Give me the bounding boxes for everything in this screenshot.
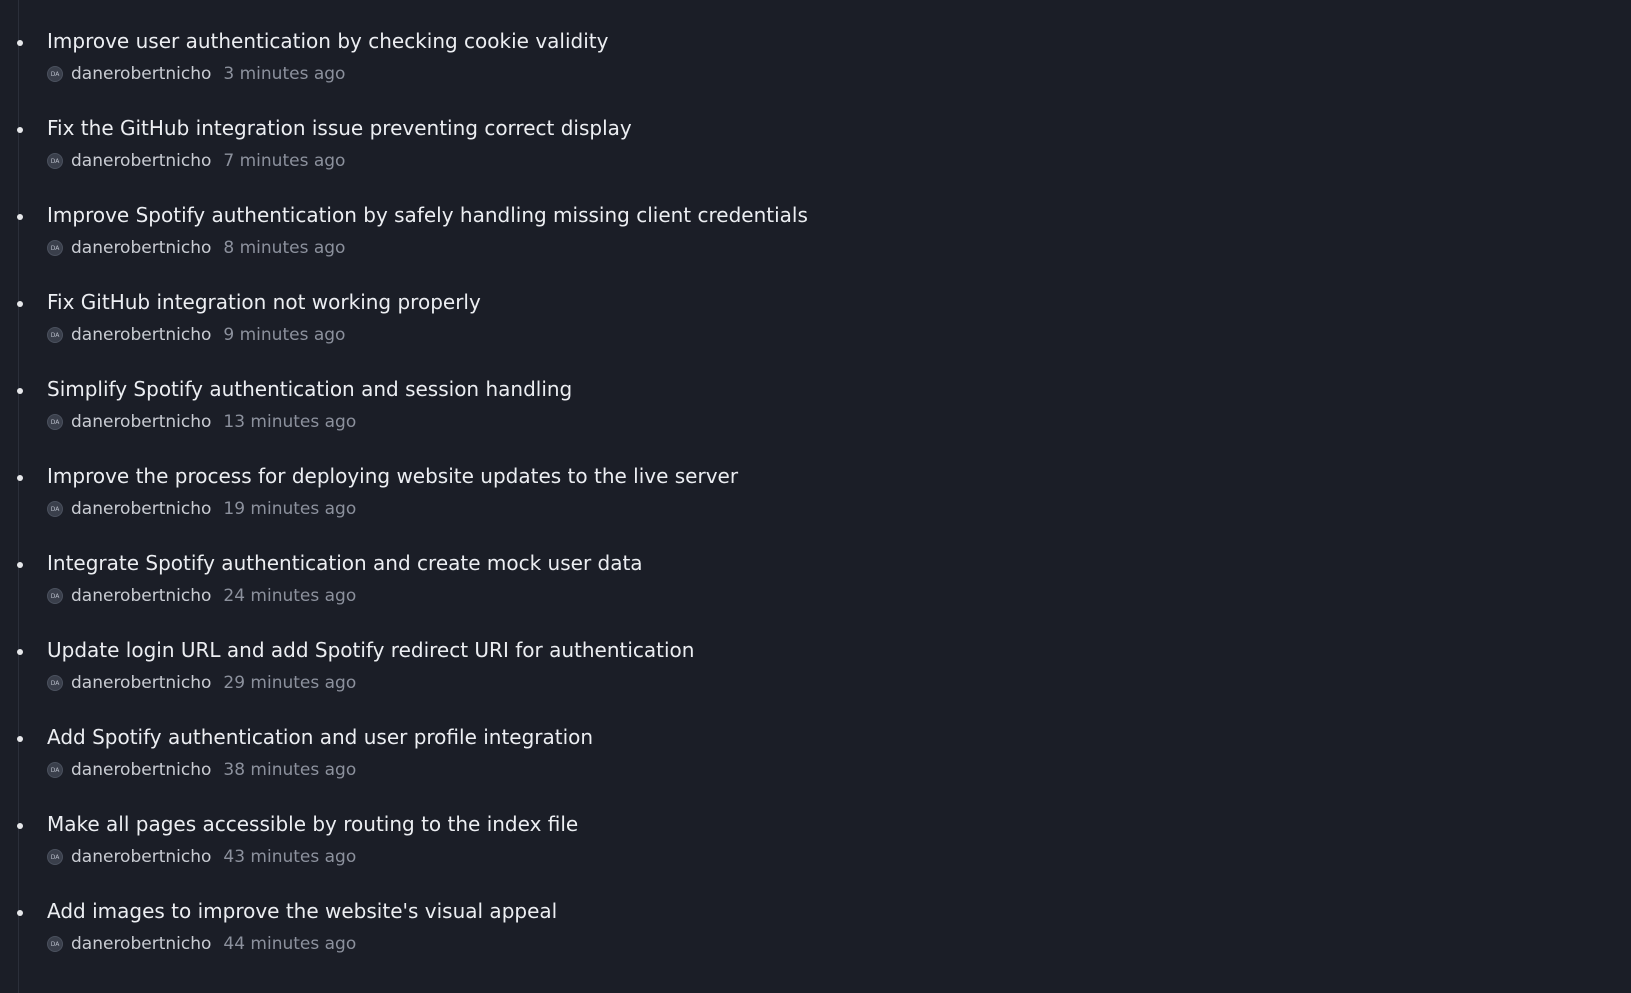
commit-title[interactable]: Improve Spotify authentication by safely… bbox=[47, 202, 808, 228]
commit-title[interactable]: Simplify Spotify authentication and sess… bbox=[47, 376, 572, 402]
avatar[interactable]: DA bbox=[47, 588, 63, 604]
commit-author[interactable]: danerobertnicho bbox=[71, 151, 211, 171]
commit-time: 19 minutes ago bbox=[223, 499, 357, 519]
commit-time: 13 minutes ago bbox=[223, 412, 357, 432]
avatar[interactable]: DA bbox=[47, 240, 63, 256]
commit-item: Improve user authentication by checking … bbox=[0, 28, 1631, 108]
commit-meta: DA danerobertnicho 13 minutes ago bbox=[47, 412, 356, 432]
commit-meta: DA danerobertnicho 9 minutes ago bbox=[47, 325, 345, 345]
bullet-icon bbox=[17, 301, 23, 307]
commit-time: 3 minutes ago bbox=[223, 64, 346, 84]
avatar[interactable]: DA bbox=[47, 936, 63, 952]
commit-title[interactable]: Fix the GitHub integration issue prevent… bbox=[47, 115, 632, 141]
bullet-icon bbox=[17, 388, 23, 394]
bullet-icon bbox=[17, 823, 23, 829]
commit-item: Update login URL and add Spotify redirec… bbox=[0, 637, 1631, 717]
avatar[interactable]: DA bbox=[47, 66, 63, 82]
commit-item: Improve Spotify authentication by safely… bbox=[0, 202, 1631, 282]
commit-item: Add images to improve the website's visu… bbox=[0, 898, 1631, 978]
commit-author[interactable]: danerobertnicho bbox=[71, 64, 211, 84]
commit-time: 9 minutes ago bbox=[223, 325, 346, 345]
commit-item: Fix the GitHub integration issue prevent… bbox=[0, 115, 1631, 195]
commit-meta: DA danerobertnicho 7 minutes ago bbox=[47, 151, 345, 171]
commit-title[interactable]: Fix GitHub integration not working prope… bbox=[47, 289, 481, 315]
commit-title[interactable]: Improve user authentication by checking … bbox=[47, 28, 608, 54]
commit-timeline: Improve user authentication by checking … bbox=[0, 0, 1631, 993]
bullet-icon bbox=[17, 736, 23, 742]
bullet-icon bbox=[17, 40, 23, 46]
commit-item: Integrate Spotify authentication and cre… bbox=[0, 550, 1631, 630]
commit-author[interactable]: danerobertnicho bbox=[71, 847, 211, 867]
commit-time: 38 minutes ago bbox=[223, 760, 357, 780]
avatar[interactable]: DA bbox=[47, 675, 63, 691]
bullet-icon bbox=[17, 214, 23, 220]
commit-title[interactable]: Add images to improve the website's visu… bbox=[47, 898, 557, 924]
commit-title[interactable]: Improve the process for deploying websit… bbox=[47, 463, 738, 489]
commit-author[interactable]: danerobertnicho bbox=[71, 238, 211, 258]
commit-time: 43 minutes ago bbox=[223, 847, 357, 867]
bullet-icon bbox=[17, 562, 23, 568]
commit-meta: DA danerobertnicho 19 minutes ago bbox=[47, 499, 356, 519]
commit-author[interactable]: danerobertnicho bbox=[71, 586, 211, 606]
commit-title[interactable]: Update login URL and add Spotify redirec… bbox=[47, 637, 694, 663]
commit-meta: DA danerobertnicho 3 minutes ago bbox=[47, 64, 345, 84]
commit-author[interactable]: danerobertnicho bbox=[71, 325, 211, 345]
commit-meta: DA danerobertnicho 24 minutes ago bbox=[47, 586, 356, 606]
commit-author[interactable]: danerobertnicho bbox=[71, 412, 211, 432]
commit-meta: DA danerobertnicho 43 minutes ago bbox=[47, 847, 356, 867]
commit-author[interactable]: danerobertnicho bbox=[71, 673, 211, 693]
commit-author[interactable]: danerobertnicho bbox=[71, 934, 211, 954]
avatar[interactable]: DA bbox=[47, 762, 63, 778]
bullet-icon bbox=[17, 910, 23, 916]
commit-meta: DA danerobertnicho 8 minutes ago bbox=[47, 238, 345, 258]
commit-item: Fix GitHub integration not working prope… bbox=[0, 289, 1631, 369]
commit-title[interactable]: Add Spotify authentication and user prof… bbox=[47, 724, 593, 750]
commit-time: 44 minutes ago bbox=[223, 934, 357, 954]
commit-time: 8 minutes ago bbox=[223, 238, 346, 258]
commit-author[interactable]: danerobertnicho bbox=[71, 499, 211, 519]
commit-author[interactable]: danerobertnicho bbox=[71, 760, 211, 780]
commit-time: 7 minutes ago bbox=[223, 151, 346, 171]
commit-item: Make all pages accessible by routing to … bbox=[0, 811, 1631, 891]
commit-title[interactable]: Integrate Spotify authentication and cre… bbox=[47, 550, 643, 576]
commit-item: Add Spotify authentication and user prof… bbox=[0, 724, 1631, 804]
commit-item: Simplify Spotify authentication and sess… bbox=[0, 376, 1631, 456]
avatar[interactable]: DA bbox=[47, 153, 63, 169]
commit-item: Improve the process for deploying websit… bbox=[0, 463, 1631, 543]
commit-meta: DA danerobertnicho 38 minutes ago bbox=[47, 760, 356, 780]
commit-time: 29 minutes ago bbox=[223, 673, 357, 693]
commit-meta: DA danerobertnicho 44 minutes ago bbox=[47, 934, 356, 954]
avatar[interactable]: DA bbox=[47, 414, 63, 430]
commit-title[interactable]: Make all pages accessible by routing to … bbox=[47, 811, 578, 837]
avatar[interactable]: DA bbox=[47, 849, 63, 865]
avatar[interactable]: DA bbox=[47, 327, 63, 343]
bullet-icon bbox=[17, 127, 23, 133]
commit-time: 24 minutes ago bbox=[223, 586, 357, 606]
commit-meta: DA danerobertnicho 29 minutes ago bbox=[47, 673, 356, 693]
bullet-icon bbox=[17, 475, 23, 481]
avatar[interactable]: DA bbox=[47, 501, 63, 517]
bullet-icon bbox=[17, 649, 23, 655]
